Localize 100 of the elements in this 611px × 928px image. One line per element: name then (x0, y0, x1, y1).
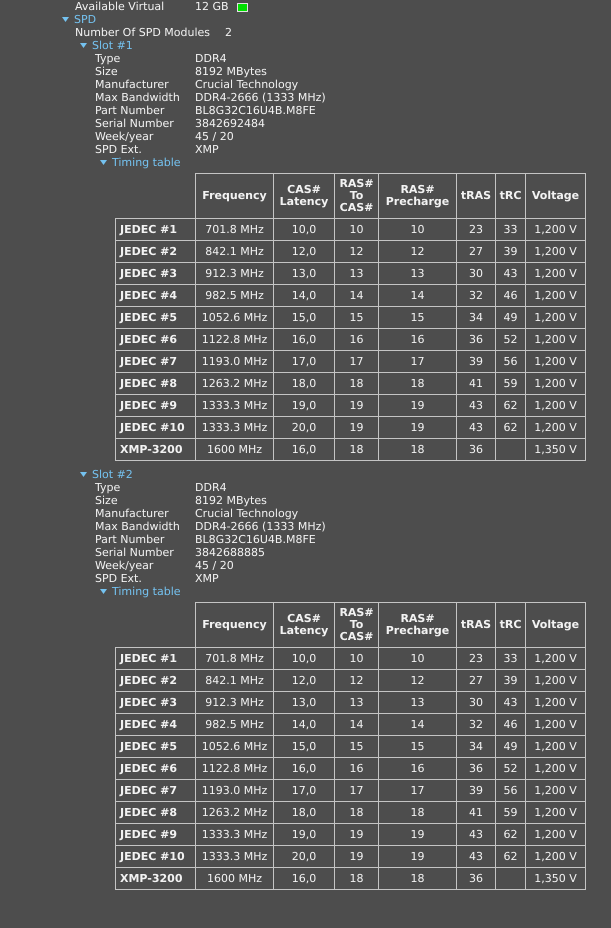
column-header: Frequency (196, 174, 274, 218)
table-cell: 982.5 MHz (196, 284, 274, 306)
table-cell: 34 (456, 736, 496, 758)
row-header: JEDEC #5 (116, 306, 196, 328)
caret-down-icon[interactable] (100, 589, 107, 594)
field-value: 8192 MBytes (195, 65, 267, 78)
table-cell: 19,0 (274, 824, 334, 846)
column-header: RAS# Precharge (378, 602, 456, 648)
table-cell: 12 (334, 240, 378, 262)
field-value: 45 / 20 (195, 559, 234, 572)
field-label: Part Number (95, 533, 166, 546)
table-cell: 1,350 V (526, 438, 586, 460)
field-label: Part Number (95, 104, 166, 117)
table-cell: 19 (334, 394, 378, 416)
table-cell: 1,200 V (526, 394, 586, 416)
table-cell: 39 (456, 780, 496, 802)
field-value: 45 / 20 (195, 130, 234, 143)
table-cell: 15 (334, 736, 378, 758)
table-cell: 23 (456, 218, 496, 240)
field-label: Size (95, 65, 119, 78)
row-header: JEDEC #1 (116, 648, 196, 670)
row-header: JEDEC #5 (116, 736, 196, 758)
caret-down-icon[interactable] (80, 472, 87, 477)
table-cell: 1,200 V (526, 802, 586, 824)
table-cell: 1600 MHz (196, 438, 274, 460)
status-indicator-icon (236, 3, 248, 12)
table-cell: 1,200 V (526, 240, 586, 262)
row-header: JEDEC #6 (116, 758, 196, 780)
field-label: Max Bandwidth (95, 91, 181, 104)
table-cell: 62 (496, 394, 526, 416)
field-label: Number Of SPD Modules (75, 26, 212, 39)
table-cell: 1333.3 MHz (196, 394, 274, 416)
table-cell: 46 (496, 714, 526, 736)
table-cell: 12,0 (274, 240, 334, 262)
table-cell: 46 (496, 284, 526, 306)
tree-node-label[interactable]: Timing table (112, 156, 181, 169)
table-cell: 14 (334, 714, 378, 736)
field-value: XMP (195, 572, 219, 585)
tree-node-label[interactable]: SPD (74, 13, 96, 26)
field-value: DDR4-2666 (1333 MHz) (195, 91, 326, 104)
table-cell: 1,200 V (526, 736, 586, 758)
table-cell: 43 (456, 846, 496, 868)
table-cell: 36 (456, 758, 496, 780)
table-cell: 43 (496, 262, 526, 284)
table-cell: 62 (496, 824, 526, 846)
table-cell: 18 (378, 438, 456, 460)
table-cell: 18 (378, 802, 456, 824)
table-cell: 17,0 (274, 780, 334, 802)
table-cell: 1122.8 MHz (196, 328, 274, 350)
table-cell: 43 (456, 824, 496, 846)
table-cell: 1,200 V (526, 416, 586, 438)
table-cell: 39 (496, 240, 526, 262)
table-cell: 62 (496, 416, 526, 438)
row-header: JEDEC #8 (116, 802, 196, 824)
table-cell: 14,0 (274, 714, 334, 736)
table-cell: 18 (378, 868, 456, 890)
table-cell: 27 (456, 670, 496, 692)
field-value: BL8G32C16U4B.M8FE (195, 104, 316, 117)
field-label: Type (95, 481, 122, 494)
row-header: JEDEC #2 (116, 670, 196, 692)
column-header: Voltage (526, 174, 586, 218)
row-header: XMP-3200 (116, 438, 196, 460)
table-cell: 1,200 V (526, 846, 586, 868)
table-cell: 1,200 V (526, 284, 586, 306)
table-cell: 1600 MHz (196, 868, 274, 890)
table-cell: 41 (456, 372, 496, 394)
table-cell: 10 (378, 648, 456, 670)
field-label: SPD Ext. (95, 572, 143, 585)
table-cell: 32 (456, 714, 496, 736)
table-cell: 49 (496, 306, 526, 328)
table-cell: 1,200 V (526, 372, 586, 394)
table-cell: 17 (334, 350, 378, 372)
table-cell: 33 (496, 218, 526, 240)
caret-down-icon[interactable] (100, 160, 107, 165)
table-cell: 39 (496, 670, 526, 692)
table-cell: 62 (496, 846, 526, 868)
tree-node-label[interactable]: Timing table (112, 585, 181, 598)
table-cell: 36 (456, 868, 496, 890)
field-value: BL8G32C16U4B.M8FE (195, 533, 316, 546)
table-cell: 912.3 MHz (196, 262, 274, 284)
tree-node-label[interactable]: Slot #2 (92, 468, 133, 481)
column-header: Voltage (526, 602, 586, 648)
table-cell: 15 (378, 306, 456, 328)
table-cell: 36 (456, 328, 496, 350)
table-cell: 19 (378, 394, 456, 416)
caret-down-icon[interactable] (62, 17, 69, 22)
caret-down-icon[interactable] (80, 43, 87, 48)
table-cell: 10,0 (274, 218, 334, 240)
tree-node-label[interactable]: Slot #1 (92, 39, 133, 52)
table-cell: 701.8 MHz (196, 218, 274, 240)
field-label: Size (95, 494, 119, 507)
table-cell: 13 (378, 692, 456, 714)
table-cell: 10 (334, 648, 378, 670)
table-cell: 19 (378, 824, 456, 846)
field-label: SPD Ext. (95, 143, 143, 156)
table-cell: 59 (496, 802, 526, 824)
table-cell: 1,200 V (526, 262, 586, 284)
table-cell: 1,200 V (526, 218, 586, 240)
row-header: XMP-3200 (116, 868, 196, 890)
table-cell: 16,0 (274, 438, 334, 460)
